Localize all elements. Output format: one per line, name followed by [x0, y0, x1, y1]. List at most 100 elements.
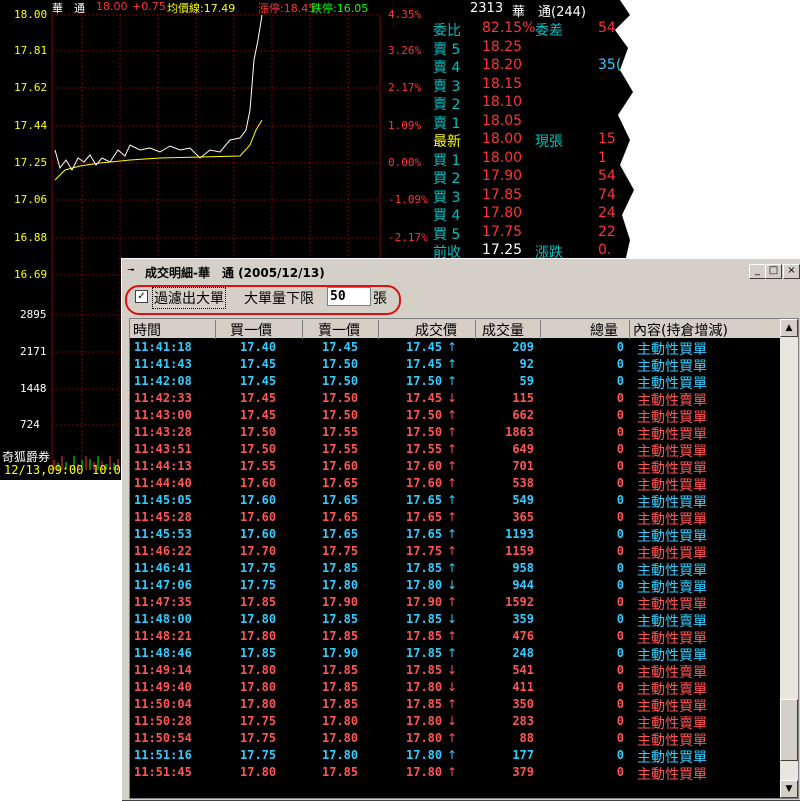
quote-row-value: 18.15 — [482, 75, 523, 92]
price-axis-label: 16.88 — [14, 231, 48, 244]
table-row[interactable]: 11:43:28 17.50 17.55 17.50 ↑ 1863 0 主動性買單 — [130, 424, 780, 443]
cell-price: 17.80 — [406, 748, 443, 762]
cell-direction-icon: ↑ — [447, 510, 458, 524]
cell-direction-icon: ↑ — [447, 561, 458, 575]
cell-direction-icon: ↑ — [447, 646, 458, 660]
quote-row-label2: 現張 — [535, 134, 563, 150]
cell-time: 11:50:54 — [134, 731, 192, 745]
table-row[interactable]: 11:42:08 17.45 17.50 17.50 ↑ 59 0 主動性買單 — [130, 373, 780, 392]
table-row[interactable]: 11:41:43 17.45 17.50 17.45 ↑ 92 0 主動性買單 — [130, 356, 780, 375]
scroll-thumb[interactable] — [780, 699, 798, 761]
scroll-down-icon[interactable]: ▼ — [780, 780, 798, 798]
cell-time: 11:48:21 — [134, 629, 192, 643]
quote-row: 委比 82.15% 委差 54 — [430, 20, 634, 39]
trade-table: 時間 買一價 賣一價 成交價 成交量 總量 內容(持倉增減) 11:41:18 17.40 17… — [129, 318, 799, 799]
quote-row-value: 18.00 — [482, 149, 523, 166]
table-row[interactable]: 11:42:33 17.45 17.50 17.45 ↓ 115 0 主動性賣單 — [130, 390, 780, 409]
table-row[interactable]: 11:43:51 17.50 17.55 17.55 ↑ 649 0 主動性買單 — [130, 441, 780, 460]
trade-detail-window: ╼ 成交明細-華 通 (2005/12/13) _ □ × ✓ 過濾出大單 大單… — [121, 258, 800, 801]
cell-total: 0 — [616, 697, 624, 711]
cell-price: 17.80 — [406, 714, 443, 728]
table-row[interactable]: 11:48:21 17.80 17.85 17.85 ↑ 476 0 主動性買單 — [130, 628, 780, 647]
chart-avg-line: 均價線:17.49 — [167, 2, 236, 15]
table-row[interactable]: 11:44:40 17.60 17.65 17.60 ↑ 538 0 主動性買單 — [130, 475, 780, 494]
cell-ask: 17.90 — [322, 595, 359, 609]
table-row[interactable]: 11:50:28 17.75 17.80 17.80 ↓ 283 0 主動性賣單 — [130, 713, 780, 732]
cell-total: 0 — [616, 612, 624, 626]
close-button[interactable]: × — [783, 264, 800, 279]
cell-total: 0 — [616, 561, 624, 575]
cell-price: 17.80 — [406, 680, 443, 694]
cell-volume: 1159 — [505, 544, 534, 558]
cell-total: 0 — [616, 476, 624, 490]
quote-row-value2: 24 — [598, 205, 616, 221]
cell-time: 11:51:45 — [134, 765, 192, 779]
maximize-button[interactable]: □ — [765, 264, 782, 279]
cell-price: 17.85 — [406, 646, 443, 660]
volume-axis-label: 724 — [20, 418, 40, 431]
cell-price: 17.55 — [406, 442, 443, 456]
cell-total: 0 — [616, 340, 624, 354]
cell-bid: 17.80 — [240, 663, 277, 677]
cell-price: 17.75 — [406, 544, 443, 558]
table-row[interactable]: 11:48:00 17.80 17.85 17.85 ↓ 359 0 主動性賣單 — [130, 611, 780, 630]
table-row[interactable]: 11:46:41 17.75 17.85 17.85 ↑ 958 0 主動性買單 — [130, 560, 780, 579]
percent-axis-label: 0.00% — [388, 156, 422, 169]
quote-row: 買 4 17.80 24 — [430, 205, 634, 224]
table-row[interactable]: 11:46:22 17.70 17.75 17.75 ↑ 1159 0 主動性買單 — [130, 543, 780, 562]
cell-direction-icon: ↓ — [447, 612, 458, 626]
cell-price: 17.45 — [406, 357, 443, 371]
cell-ask: 17.65 — [322, 476, 359, 490]
table-row[interactable]: 11:45:28 17.60 17.65 17.65 ↑ 365 0 主動性買單 — [130, 509, 780, 528]
table-row[interactable]: 11:49:14 17.80 17.85 17.85 ↓ 541 0 主動性賣單 — [130, 662, 780, 681]
filter-toolbar: ✓ 過濾出大單 大單量下限 50 張 — [125, 283, 798, 315]
table-row[interactable]: 11:45:05 17.60 17.65 17.65 ↑ 549 0 主動性買單 — [130, 492, 780, 511]
quote-name: 華 通(244) — [512, 5, 586, 20]
quote-row-value2: 35( — [598, 57, 622, 73]
quote-row: 買 3 17.85 74 — [430, 187, 634, 206]
minimize-button[interactable]: _ — [749, 264, 766, 279]
cell-ask: 17.55 — [322, 425, 359, 439]
table-row[interactable]: 11:44:13 17.55 17.60 17.60 ↑ 701 0 主動性買單 — [130, 458, 780, 477]
cell-ask: 17.65 — [322, 493, 359, 507]
quote-row-label: 最新 — [433, 134, 461, 150]
cell-price: 17.50 — [406, 408, 443, 422]
table-row[interactable]: 11:45:53 17.60 17.65 17.65 ↑ 1193 0 主動性買單 — [130, 526, 780, 545]
cell-direction-icon: ↑ — [447, 340, 458, 354]
cell-time: 11:44:40 — [134, 476, 192, 490]
table-row[interactable]: 11:50:04 17.80 17.85 17.85 ↑ 350 0 主動性買單 — [130, 696, 780, 715]
cell-ask: 17.85 — [322, 680, 359, 694]
cell-bid: 17.60 — [240, 510, 277, 524]
min-volume-input[interactable]: 50 — [327, 287, 371, 306]
table-row[interactable]: 11:48:46 17.85 17.90 17.85 ↑ 248 0 主動性買單 — [130, 645, 780, 664]
quote-row-value: 17.90 — [482, 168, 523, 184]
table-row[interactable]: 11:41:18 17.40 17.45 17.45 ↑ 209 0 主動性買單 — [130, 339, 780, 358]
window-title: 成交明細-華 通 (2005/12/13) — [145, 266, 325, 280]
table-row[interactable]: 11:47:35 17.85 17.90 17.90 ↑ 1592 0 主動性買單 — [130, 594, 780, 613]
quote-row-label: 買 4 — [433, 208, 461, 224]
cell-volume: 541 — [512, 663, 534, 677]
cell-volume: 365 — [512, 510, 534, 524]
window-titlebar[interactable]: ╼ 成交明細-華 通 (2005/12/13) _ □ × — [125, 262, 800, 280]
vertical-scrollbar[interactable]: ▲ ▼ — [780, 319, 798, 798]
table-row[interactable]: 11:50:54 17.75 17.80 17.80 ↑ 88 0 主動性買單 — [130, 730, 780, 749]
filter-checkbox[interactable]: ✓ — [135, 290, 148, 303]
cell-direction-icon: ↑ — [447, 748, 458, 762]
quote-row-label: 賣 3 — [433, 78, 461, 95]
table-row[interactable]: 11:43:00 17.45 17.50 17.50 ↑ 662 0 主動性買單 — [130, 407, 780, 426]
cell-volume: 1863 — [505, 425, 534, 439]
cell-bid: 17.80 — [240, 629, 277, 643]
table-row[interactable]: 11:51:16 17.75 17.80 17.80 ↑ 177 0 主動性買單 — [130, 747, 780, 766]
scroll-up-icon[interactable]: ▲ — [780, 319, 798, 337]
cell-total: 0 — [616, 408, 624, 422]
column-header: 成交價 — [415, 323, 457, 339]
filter-label[interactable]: 過濾出大單 — [152, 287, 226, 309]
cell-ask: 17.90 — [322, 646, 359, 660]
table-row[interactable]: 11:47:06 17.75 17.80 17.80 ↓ 944 0 主動性賣單 — [130, 577, 780, 596]
cell-volume: 379 — [512, 765, 534, 779]
table-row[interactable]: 11:51:45 17.80 17.85 17.80 ↑ 379 0 主動性買單 — [130, 764, 780, 783]
cell-total: 0 — [616, 578, 624, 592]
chart-header: 華 通 18.00 +0.75 均價線:17.49 漲停:18.45 跌停:16… — [0, 0, 430, 15]
table-row[interactable]: 11:49:40 17.80 17.85 17.80 ↓ 411 0 主動性賣單 — [130, 679, 780, 698]
cell-direction-icon: ↑ — [447, 544, 458, 558]
